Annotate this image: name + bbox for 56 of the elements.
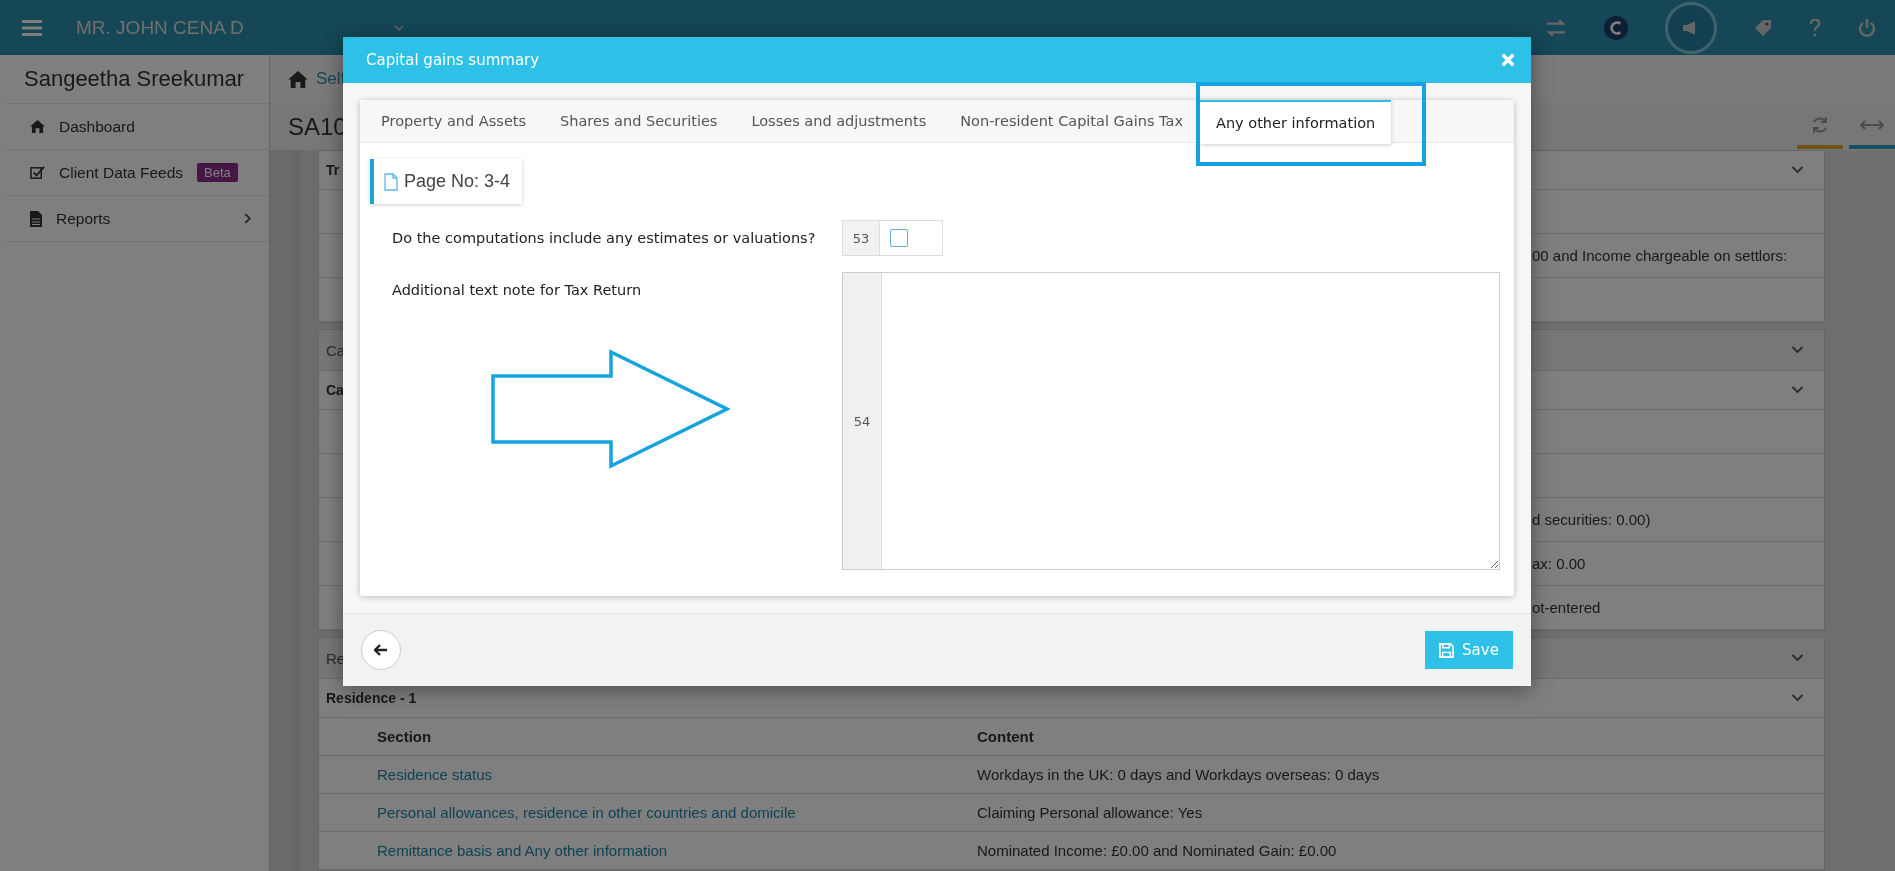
- document-icon: [30, 210, 42, 227]
- client-name: MR. JOHN CENA D: [76, 16, 244, 39]
- home-icon: [30, 120, 45, 133]
- close-icon[interactable]: [1501, 53, 1515, 67]
- chevron-down-icon: [1791, 694, 1804, 702]
- column-header: Content: [977, 728, 1035, 745]
- menu-icon[interactable]: [22, 19, 42, 36]
- table-cell: ax: 0.00: [1532, 555, 1586, 572]
- sidebar-item[interactable]: Dashboard: [6, 104, 269, 150]
- beta-badge: Beta: [197, 163, 238, 182]
- box-number: 54: [843, 273, 882, 569]
- section-link[interactable]: Residence status: [377, 766, 977, 783]
- checkbox-icon: [30, 165, 45, 180]
- home-icon[interactable]: [288, 70, 308, 88]
- sidebar-item[interactable]: Client Data Feeds Beta: [6, 150, 269, 196]
- refresh-icon: [1810, 114, 1830, 135]
- back-button[interactable]: [361, 630, 401, 670]
- table-cell-text: Workdays in the UK: 0 days and Workdays overseas: 0 days: [977, 766, 1381, 783]
- tab[interactable]: Shares and Securities: [543, 100, 735, 142]
- tab[interactable]: Non-resident Capital Gains Tax: [943, 100, 1200, 142]
- field-label: Additional text note for Tax Return: [391, 281, 643, 298]
- help-icon[interactable]: [1809, 18, 1821, 37]
- chevron-down-icon: [1791, 346, 1804, 354]
- field-label: Do the computations include any estimates or valuations?: [391, 229, 817, 246]
- chevron-down-icon: [1791, 386, 1804, 394]
- tab[interactable]: Any other information: [1200, 100, 1392, 144]
- document-icon: [384, 172, 398, 191]
- tab[interactable]: Losses and adjustments: [734, 100, 944, 142]
- page-number: Page No: 3-4: [404, 171, 511, 192]
- box-number: 53: [843, 221, 880, 255]
- power-icon[interactable]: [1857, 17, 1877, 38]
- chevron-down-icon: [1791, 166, 1804, 174]
- table-cell: ot-entered: [1532, 599, 1601, 616]
- modal-title: Capital gains summary: [366, 51, 540, 69]
- announcement-button[interactable]: [1665, 1, 1717, 54]
- logo-icon[interactable]: [1603, 14, 1629, 41]
- sidebar-item[interactable]: Reports: [6, 196, 269, 242]
- table-cell-text: Nominated Income: £0.00 and Nominated Gain: £0.00: [977, 842, 1338, 859]
- user-name: Sangeetha Sreekumar: [6, 55, 269, 104]
- caret-icon[interactable]: [393, 24, 404, 31]
- double-arrow-icon: [1860, 118, 1884, 131]
- checkbox[interactable]: [890, 229, 908, 247]
- section-link[interactable]: Remittance basis and Any other information: [377, 842, 977, 859]
- column-header: Section: [377, 728, 433, 745]
- text-area[interactable]: 54: [842, 272, 1500, 570]
- table-cell-text: Claiming Personal allowance: Yes: [977, 804, 1204, 821]
- section-link[interactable]: Personal allowances, residence in other countries and domicile: [377, 804, 977, 821]
- swap-icon[interactable]: [1545, 18, 1567, 37]
- save-icon: [1439, 642, 1455, 658]
- table-cell: d securities: 0.00): [1532, 511, 1651, 528]
- table-cell: 00 and Income chargeable on settlors:: [1532, 247, 1788, 264]
- chevron-down-icon: [1791, 654, 1804, 662]
- breadcrumb-link[interactable]: Self: [316, 69, 346, 89]
- tag-icon[interactable]: [1753, 17, 1773, 38]
- back-arrow-icon: [374, 644, 388, 656]
- tab[interactable]: Property and Assets: [364, 100, 544, 142]
